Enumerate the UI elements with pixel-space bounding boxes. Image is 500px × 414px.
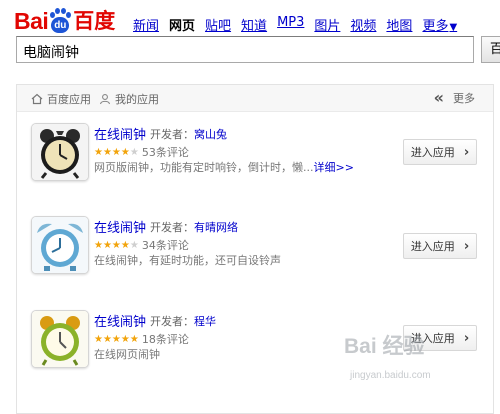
- developer-label: 开发者：: [150, 128, 194, 141]
- enter-app-button[interactable]: 进入应用 ›: [403, 233, 477, 259]
- more-apps-label: 更多: [453, 92, 475, 105]
- panel-header: 百度应用 我的应用 « 更多: [17, 85, 493, 112]
- enter-app-label: 进入应用: [410, 332, 455, 345]
- chevron-right-icon: ›: [463, 238, 470, 254]
- detail-link[interactable]: 详细>>: [314, 161, 354, 174]
- more-apps-link[interactable]: « 更多: [434, 90, 475, 106]
- review-count[interactable]: 34条评论: [142, 237, 189, 253]
- logo-text-du: du: [54, 20, 67, 31]
- nav-link-6[interactable]: 视频: [350, 15, 376, 34]
- enter-app-label: 进入应用: [410, 240, 455, 253]
- nav-more-label: 更多: [422, 19, 449, 34]
- alarm-clock-icon[interactable]: [31, 123, 89, 181]
- search-input[interactable]: 电脑闹钟: [16, 36, 474, 63]
- nav-link-3[interactable]: 知道: [241, 15, 267, 34]
- app-description-text: 在线网页闹钟: [94, 348, 160, 361]
- developer-name-link[interactable]: 程华: [194, 315, 216, 328]
- top-nav: 新闻 网页 贴吧 知道 MP3 图片 视频 地图 更多▼: [133, 15, 467, 34]
- alarm-clock-icon[interactable]: [31, 216, 89, 274]
- search-button[interactable]: 百: [481, 36, 500, 63]
- star-rating-icon: ★★★★★: [94, 146, 139, 158]
- developer-label: 开发者：: [150, 221, 194, 234]
- logo-text-bai: Bai: [14, 8, 49, 34]
- alarm-clock-icon[interactable]: [31, 310, 89, 368]
- app-description-text: 网页版闹钟，功能有定时响铃，倒计时，懒...: [94, 161, 314, 174]
- app-developer: 开发者：窝山兔: [150, 126, 227, 142]
- star-rating-icon: ★★★★★: [94, 239, 139, 251]
- app-description: 网页版闹钟，功能有定时响铃，倒计时，懒...详细>>: [94, 159, 354, 175]
- nav-link-1[interactable]: 网页: [169, 15, 195, 34]
- developer-name-link[interactable]: 有晴网络: [194, 221, 238, 234]
- tab-baidu-apps[interactable]: 百度应用: [31, 91, 91, 107]
- developer-label: 开发者：: [150, 315, 194, 328]
- developer-name-link[interactable]: 窝山兔: [194, 128, 227, 141]
- review-count[interactable]: 53条评论: [142, 144, 189, 160]
- app-panel: 百度应用 我的应用 « 更多 在线闹钟 开发者：窝山兔 ★★★★★ 53条评论 网页版闹…: [16, 84, 494, 414]
- app-description: 在线网页闹钟: [94, 346, 160, 362]
- header: Bai du 百度 新闻 网页 贴吧 知道 MP3 图片 视频 地图 更多▼: [0, 0, 500, 36]
- review-count[interactable]: 18条评论: [142, 331, 189, 347]
- app-developer: 开发者：程华: [150, 313, 216, 329]
- home-icon: [31, 93, 43, 105]
- app-title[interactable]: 在线闹钟: [94, 217, 146, 236]
- star-rating-icon: ★★★★★: [94, 333, 139, 345]
- app-title[interactable]: 在线闹钟: [94, 311, 146, 330]
- baidu-logo[interactable]: Bai du 百度: [14, 4, 115, 34]
- app-description-text: 在线闹钟，有延时功能，还可自设铃声: [94, 254, 281, 267]
- caret-down-icon: ▼: [449, 22, 458, 33]
- enter-app-button[interactable]: 进入应用 ›: [403, 325, 477, 351]
- nav-link-7[interactable]: 地图: [386, 15, 412, 34]
- logo-text-cn: 百度: [73, 9, 116, 33]
- tab-baidu-apps-label: 百度应用: [47, 93, 91, 106]
- app-developer: 开发者：有晴网络: [150, 219, 238, 235]
- app-rating: ★★★★★ 34条评论: [94, 237, 189, 253]
- app-rating: ★★★★★ 53条评论: [94, 144, 189, 160]
- double-chevron-left-icon: «: [433, 88, 444, 107]
- enter-app-label: 进入应用: [410, 146, 455, 159]
- user-icon: [99, 94, 111, 105]
- search-value: 电脑闹钟: [23, 45, 79, 61]
- tab-my-apps-label: 我的应用: [115, 93, 159, 106]
- app-title[interactable]: 在线闹钟: [94, 124, 146, 143]
- app-rating: ★★★★★ 18条评论: [94, 331, 189, 347]
- enter-app-button[interactable]: 进入应用 ›: [403, 139, 477, 165]
- nav-link-5[interactable]: 图片: [314, 15, 340, 34]
- chevron-right-icon: ›: [463, 330, 470, 346]
- paw-icon: du: [49, 8, 72, 34]
- nav-more-link[interactable]: 更多▼: [422, 15, 457, 34]
- nav-link-0[interactable]: 新闻: [133, 15, 159, 34]
- tab-my-apps[interactable]: 我的应用: [99, 91, 159, 107]
- nav-link-2[interactable]: 贴吧: [205, 15, 231, 34]
- nav-link-4[interactable]: MP3: [277, 15, 304, 34]
- app-description: 在线闹钟，有延时功能，还可自设铃声: [94, 252, 281, 268]
- chevron-right-icon: ›: [463, 144, 470, 160]
